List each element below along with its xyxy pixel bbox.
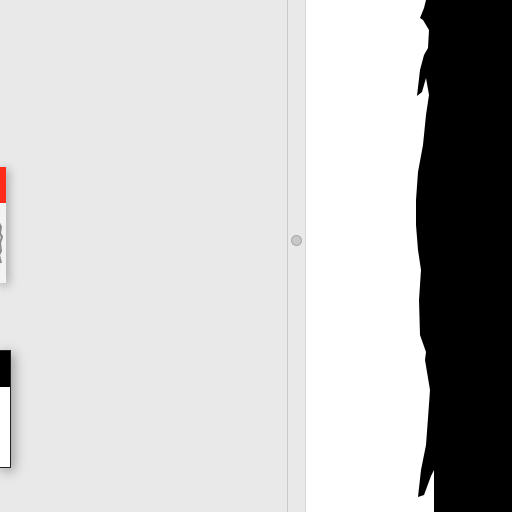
image-canvas[interactable] [306, 0, 512, 512]
grip-dot-icon[interactable] [291, 235, 302, 246]
thumbnail-red[interactable] [0, 167, 6, 283]
image-editor-window [0, 0, 512, 512]
panel-splitter[interactable] [287, 0, 306, 512]
thumbnail-red-preview [0, 222, 4, 264]
thumbnail-black-white-header [0, 351, 10, 387]
thumbnail-black-white[interactable] [0, 350, 11, 468]
thumbnail-red-header [0, 167, 6, 203]
canvas-black-shape [416, 0, 512, 512]
thumbnail-panel [0, 0, 287, 512]
